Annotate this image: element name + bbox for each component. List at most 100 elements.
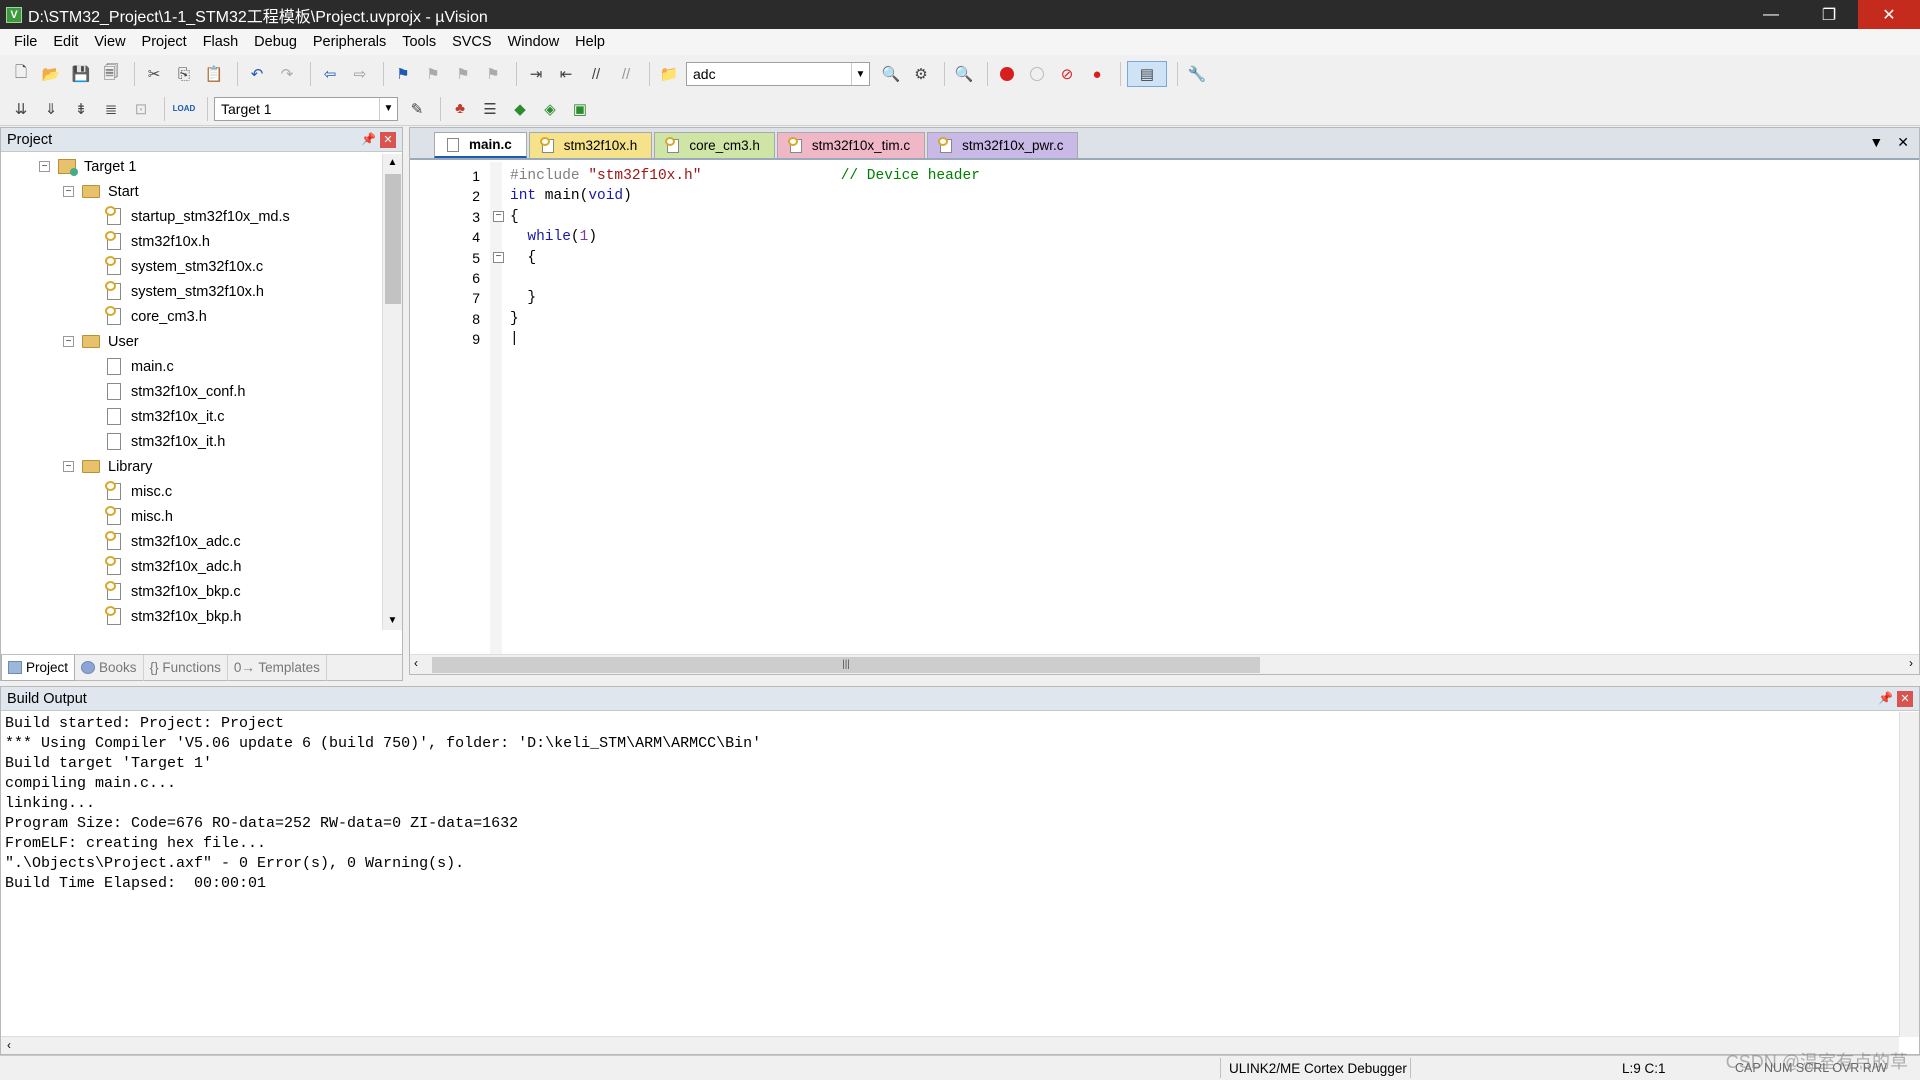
collapse-toggle-icon[interactable]: −	[39, 161, 50, 172]
unindent-icon[interactable]: ⇤	[553, 61, 579, 87]
find-in-files-icon[interactable]: 📁	[656, 61, 682, 87]
tree-item[interactable]: startup_stm32f10x_md.s	[1, 204, 379, 229]
scroll-thumb[interactable]: |||	[432, 657, 1260, 673]
menu-edit[interactable]: Edit	[45, 34, 86, 50]
project-tree-scrollbar[interactable]: ▲ ▼	[382, 154, 402, 630]
cut-icon[interactable]: ✂	[141, 61, 167, 87]
translate-icon[interactable]: ⇊	[8, 96, 34, 122]
scroll-left-icon[interactable]: ‹	[414, 656, 418, 670]
rebuild-icon[interactable]: ⇟	[68, 96, 94, 122]
code-line[interactable]: 2 int main(void)	[410, 186, 1910, 206]
editor-horizontal-scrollbar[interactable]: ‹ ||| ›	[410, 654, 1919, 674]
tree-item[interactable]: − Target 1	[1, 154, 379, 179]
close-tab-icon[interactable]: ✕	[1897, 134, 1909, 151]
find-combo[interactable]: adc ▼	[686, 62, 870, 86]
prev-bookmark-icon[interactable]: ⚑	[420, 61, 446, 87]
manage-components-icon[interactable]: ♣	[447, 96, 473, 122]
next-bookmark-icon[interactable]: ⚑	[450, 61, 476, 87]
disable-breakpoint-icon[interactable]	[1024, 61, 1050, 87]
tree-item[interactable]: system_stm32f10x.c	[1, 254, 379, 279]
scroll-left-icon[interactable]: ‹	[7, 1038, 11, 1052]
target-select[interactable]: Target 1 ▼	[214, 96, 398, 121]
stop-build-icon[interactable]: ⊡	[128, 96, 154, 122]
copy-icon[interactable]: ⎘	[171, 61, 197, 87]
tree-item[interactable]: − User	[1, 329, 379, 354]
tab-books[interactable]: Books	[75, 654, 144, 681]
undo-icon[interactable]: ↶	[244, 61, 270, 87]
new-file-icon[interactable]: 🗋	[8, 61, 34, 87]
nav-forward-icon[interactable]: ⇨	[347, 61, 373, 87]
editor-tab[interactable]: core_cm3.h	[654, 132, 775, 158]
scroll-thumb[interactable]	[385, 174, 401, 304]
collapse-toggle-icon[interactable]: −	[63, 186, 74, 197]
fold-toggle-icon[interactable]: −	[493, 251, 504, 263]
tree-item[interactable]: − Start	[1, 179, 379, 204]
menu-peripherals[interactable]: Peripherals	[305, 34, 394, 50]
scroll-up-icon[interactable]: ▲	[383, 154, 402, 172]
save-icon[interactable]: 💾	[68, 61, 94, 87]
menu-svcs[interactable]: SVCS	[444, 34, 500, 50]
comment-icon[interactable]: //	[583, 61, 609, 87]
tab-list-dropdown-icon[interactable]: ▼	[1869, 134, 1883, 151]
tree-item[interactable]: main.c	[1, 354, 379, 379]
code-line[interactable]: 4 while(1)	[410, 227, 1910, 247]
fold-toggle-icon[interactable]: −	[493, 210, 504, 222]
tree-item[interactable]: stm32f10x_it.c	[1, 404, 379, 429]
chevron-down-icon[interactable]: ▼	[379, 97, 397, 120]
scroll-down-icon[interactable]: ▼	[383, 612, 402, 630]
tree-item[interactable]: misc.c	[1, 479, 379, 504]
start-debug-icon[interactable]: 🔍	[951, 61, 977, 87]
run-time-environment-icon[interactable]: ▣	[567, 96, 593, 122]
bookmark-icon[interactable]: ⚑	[390, 61, 416, 87]
redo-icon[interactable]: ↷	[274, 61, 300, 87]
editor-tab[interactable]: stm32f10x.h	[528, 132, 653, 158]
download-icon[interactable]: LOAD	[171, 96, 197, 122]
batch-build-icon[interactable]: ≣	[98, 96, 124, 122]
tree-item[interactable]: stm32f10x_can.c	[1, 629, 379, 630]
maximize-button[interactable]: ❐	[1800, 0, 1858, 29]
tree-item[interactable]: stm32f10x_it.h	[1, 429, 379, 454]
tree-item[interactable]: stm32f10x_conf.h	[1, 379, 379, 404]
code-line[interactable]: 5 − {	[410, 248, 1910, 268]
build-output-vertical-scrollbar[interactable]	[1899, 712, 1919, 1037]
menu-help[interactable]: Help	[567, 34, 613, 50]
nav-back-icon[interactable]: ⇦	[317, 61, 343, 87]
menu-project[interactable]: Project	[134, 34, 195, 50]
menu-flash[interactable]: Flash	[195, 34, 246, 50]
file-extensions-icon[interactable]: ☰	[477, 96, 503, 122]
debug-settings-icon[interactable]: ⚙	[908, 61, 934, 87]
build-output-text[interactable]: Build started: Project: Project *** Using…	[5, 714, 761, 894]
uncomment-icon[interactable]: //	[613, 61, 639, 87]
breakpoint-icon[interactable]	[994, 61, 1020, 87]
tree-item[interactable]: stm32f10x_bkp.c	[1, 579, 379, 604]
menu-debug[interactable]: Debug	[246, 34, 305, 50]
tree-item[interactable]: system_stm32f10x.h	[1, 279, 379, 304]
editor-tab[interactable]: stm32f10x_pwr.c	[927, 132, 1079, 158]
code-area[interactable]: 1 #include "stm32f10x.h" // Device header…	[410, 162, 1919, 654]
disable-all-breakpoints-icon[interactable]: ⊘	[1054, 61, 1080, 87]
scroll-right-icon[interactable]: ›	[1909, 656, 1913, 670]
code-line[interactable]: 1 #include "stm32f10x.h" // Device header	[410, 166, 1910, 186]
pin-icon[interactable]: 📌	[1878, 691, 1893, 705]
pin-icon[interactable]: 📌	[361, 132, 376, 146]
tree-item[interactable]: stm32f10x_bkp.h	[1, 604, 379, 629]
tree-item[interactable]: core_cm3.h	[1, 304, 379, 329]
close-icon[interactable]: ✕	[380, 132, 396, 148]
tree-item[interactable]: misc.h	[1, 504, 379, 529]
menu-file[interactable]: File	[6, 34, 45, 50]
close-button[interactable]: ✕	[1858, 0, 1920, 29]
tab-templates[interactable]: 0→ Templates	[228, 654, 327, 681]
minimize-button[interactable]: —	[1742, 0, 1800, 29]
incremental-find-icon[interactable]: 🔍	[878, 61, 904, 87]
configure-icon[interactable]: 🔧	[1184, 61, 1210, 87]
open-folder-icon[interactable]: 📂	[38, 61, 64, 87]
build-icon[interactable]: ⇓	[38, 96, 64, 122]
target-options-icon[interactable]: ✎	[404, 96, 430, 122]
editor-tab[interactable]: stm32f10x_tim.c	[776, 132, 926, 158]
menu-view[interactable]: View	[86, 34, 133, 50]
editor-tab[interactable]: main.c	[434, 132, 527, 158]
close-icon[interactable]: ✕	[1897, 691, 1913, 707]
indent-icon[interactable]: ⇥	[523, 61, 549, 87]
pack-installer-icon[interactable]: ◆	[507, 96, 533, 122]
code-line[interactable]: 9 |	[410, 329, 1910, 349]
